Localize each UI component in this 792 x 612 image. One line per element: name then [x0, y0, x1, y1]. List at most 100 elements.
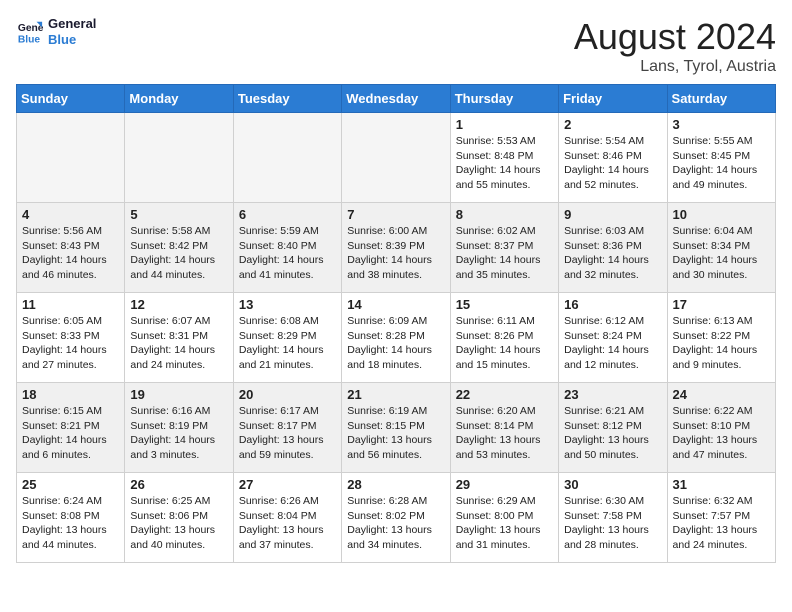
day-number: 17 [673, 297, 770, 312]
calendar-body: 1 Sunrise: 5:53 AM Sunset: 8:48 PM Daylig… [17, 113, 776, 563]
calendar-cell: 9 Sunrise: 6:03 AM Sunset: 8:36 PM Daylig… [559, 203, 667, 293]
calendar-cell: 29 Sunrise: 6:29 AM Sunset: 8:00 PM Dayli… [450, 473, 558, 563]
cell-info: Sunrise: 6:16 AM Sunset: 8:19 PM Dayligh… [130, 404, 227, 463]
cell-info: Sunrise: 6:19 AM Sunset: 8:15 PM Dayligh… [347, 404, 444, 463]
cell-info: Sunrise: 6:22 AM Sunset: 8:10 PM Dayligh… [673, 404, 770, 463]
cell-info: Sunrise: 6:29 AM Sunset: 8:00 PM Dayligh… [456, 494, 553, 553]
header-thursday: Thursday [450, 85, 558, 113]
day-number: 25 [22, 477, 119, 492]
cell-info: Sunrise: 6:11 AM Sunset: 8:26 PM Dayligh… [456, 314, 553, 373]
calendar-cell: 24 Sunrise: 6:22 AM Sunset: 8:10 PM Dayli… [667, 383, 775, 473]
day-number: 22 [456, 387, 553, 402]
day-number: 18 [22, 387, 119, 402]
day-number: 30 [564, 477, 661, 492]
cell-info: Sunrise: 5:56 AM Sunset: 8:43 PM Dayligh… [22, 224, 119, 283]
calendar-cell [233, 113, 341, 203]
calendar-cell: 10 Sunrise: 6:04 AM Sunset: 8:34 PM Dayli… [667, 203, 775, 293]
cell-info: Sunrise: 6:15 AM Sunset: 8:21 PM Dayligh… [22, 404, 119, 463]
day-number: 19 [130, 387, 227, 402]
header-tuesday: Tuesday [233, 85, 341, 113]
day-number: 1 [456, 117, 553, 132]
day-number: 7 [347, 207, 444, 222]
calendar-cell: 2 Sunrise: 5:54 AM Sunset: 8:46 PM Daylig… [559, 113, 667, 203]
day-number: 10 [673, 207, 770, 222]
day-number: 14 [347, 297, 444, 312]
cell-info: Sunrise: 5:53 AM Sunset: 8:48 PM Dayligh… [456, 134, 553, 193]
header-friday: Friday [559, 85, 667, 113]
svg-text:Blue: Blue [18, 34, 41, 45]
day-number: 12 [130, 297, 227, 312]
cell-info: Sunrise: 6:30 AM Sunset: 7:58 PM Dayligh… [564, 494, 661, 553]
cell-info: Sunrise: 6:04 AM Sunset: 8:34 PM Dayligh… [673, 224, 770, 283]
calendar-cell: 20Sunrise: 6:17 AM Sunset: 8:17 PM Dayli… [233, 383, 341, 473]
day-number: 4 [22, 207, 119, 222]
cell-info: Sunrise: 6:02 AM Sunset: 8:37 PM Dayligh… [456, 224, 553, 283]
calendar-cell: 22 Sunrise: 6:20 AM Sunset: 8:14 PM Dayli… [450, 383, 558, 473]
calendar-cell: 25 Sunrise: 6:24 AM Sunset: 8:08 PM Dayli… [17, 473, 125, 563]
calendar-table: SundayMondayTuesdayWednesdayThursdayFrid… [16, 84, 776, 563]
calendar-cell: 17 Sunrise: 6:13 AM Sunset: 8:22 PM Dayli… [667, 293, 775, 383]
day-number: 11 [22, 297, 119, 312]
logo-icon: General Blue [16, 18, 44, 46]
calendar-location: Lans, Tyrol, Austria [574, 58, 776, 76]
cell-info: Sunrise: 6:26 AM Sunset: 8:04 PM Dayligh… [239, 494, 336, 553]
calendar-row-3: 18 Sunrise: 6:15 AM Sunset: 8:21 PM Dayli… [17, 383, 776, 473]
cell-info: Sunrise: 6:28 AM Sunset: 8:02 PM Dayligh… [347, 494, 444, 553]
calendar-cell [342, 113, 450, 203]
day-number: 5 [130, 207, 227, 222]
day-number: 15 [456, 297, 553, 312]
calendar-cell: 31Sunrise: 6:32 AM Sunset: 7:57 PM Dayli… [667, 473, 775, 563]
cell-info: Sunrise: 6:05 AM Sunset: 8:33 PM Dayligh… [22, 314, 119, 373]
day-number: 3 [673, 117, 770, 132]
day-number: 16 [564, 297, 661, 312]
calendar-row-4: 25 Sunrise: 6:24 AM Sunset: 8:08 PM Dayli… [17, 473, 776, 563]
page-header: General Blue General Blue August 2024 La… [16, 16, 776, 76]
cell-info: Sunrise: 6:20 AM Sunset: 8:14 PM Dayligh… [456, 404, 553, 463]
cell-info: Sunrise: 6:00 AM Sunset: 8:39 PM Dayligh… [347, 224, 444, 283]
calendar-cell [125, 113, 233, 203]
day-number: 21 [347, 387, 444, 402]
cell-info: Sunrise: 6:12 AM Sunset: 8:24 PM Dayligh… [564, 314, 661, 373]
day-number: 6 [239, 207, 336, 222]
day-number: 2 [564, 117, 661, 132]
cell-info: Sunrise: 5:59 AM Sunset: 8:40 PM Dayligh… [239, 224, 336, 283]
calendar-cell: 21 Sunrise: 6:19 AM Sunset: 8:15 PM Dayli… [342, 383, 450, 473]
calendar-cell: 4 Sunrise: 5:56 AM Sunset: 8:43 PM Daylig… [17, 203, 125, 293]
header-saturday: Saturday [667, 85, 775, 113]
header-wednesday: Wednesday [342, 85, 450, 113]
calendar-cell [17, 113, 125, 203]
cell-info: Sunrise: 5:58 AM Sunset: 8:42 PM Dayligh… [130, 224, 227, 283]
calendar-row-2: 11 Sunrise: 6:05 AM Sunset: 8:33 PM Dayli… [17, 293, 776, 383]
calendar-cell: 26Sunrise: 6:25 AM Sunset: 8:06 PM Dayli… [125, 473, 233, 563]
day-number: 23 [564, 387, 661, 402]
cell-info: Sunrise: 6:08 AM Sunset: 8:29 PM Dayligh… [239, 314, 336, 373]
calendar-row-1: 4 Sunrise: 5:56 AM Sunset: 8:43 PM Daylig… [17, 203, 776, 293]
title-block: August 2024 Lans, Tyrol, Austria [574, 16, 776, 76]
day-number: 27 [239, 477, 336, 492]
day-number: 9 [564, 207, 661, 222]
calendar-cell: 18 Sunrise: 6:15 AM Sunset: 8:21 PM Dayli… [17, 383, 125, 473]
day-number: 28 [347, 477, 444, 492]
calendar-cell: 15 Sunrise: 6:11 AM Sunset: 8:26 PM Dayli… [450, 293, 558, 383]
day-number: 29 [456, 477, 553, 492]
logo: General Blue General Blue [16, 16, 96, 47]
cell-info: Sunrise: 6:07 AM Sunset: 8:31 PM Dayligh… [130, 314, 227, 373]
calendar-cell: 16 Sunrise: 6:12 AM Sunset: 8:24 PM Dayli… [559, 293, 667, 383]
day-number: 20 [239, 387, 336, 402]
cell-info: Sunrise: 6:03 AM Sunset: 8:36 PM Dayligh… [564, 224, 661, 283]
cell-info: Sunrise: 6:13 AM Sunset: 8:22 PM Dayligh… [673, 314, 770, 373]
cell-info: Sunrise: 6:32 AM Sunset: 7:57 PM Dayligh… [673, 494, 770, 553]
day-number: 24 [673, 387, 770, 402]
calendar-cell: 13Sunrise: 6:08 AM Sunset: 8:29 PM Dayli… [233, 293, 341, 383]
cell-info: Sunrise: 5:54 AM Sunset: 8:46 PM Dayligh… [564, 134, 661, 193]
cell-info: Sunrise: 6:21 AM Sunset: 8:12 PM Dayligh… [564, 404, 661, 463]
logo-text-general: General [48, 16, 96, 32]
calendar-cell: 5 Sunrise: 5:58 AM Sunset: 8:42 PM Daylig… [125, 203, 233, 293]
cell-info: Sunrise: 6:25 AM Sunset: 8:06 PM Dayligh… [130, 494, 227, 553]
cell-info: Sunrise: 6:24 AM Sunset: 8:08 PM Dayligh… [22, 494, 119, 553]
calendar-row-0: 1 Sunrise: 5:53 AM Sunset: 8:48 PM Daylig… [17, 113, 776, 203]
calendar-cell: 28 Sunrise: 6:28 AM Sunset: 8:02 PM Dayli… [342, 473, 450, 563]
cell-info: Sunrise: 5:55 AM Sunset: 8:45 PM Dayligh… [673, 134, 770, 193]
calendar-cell: 7 Sunrise: 6:00 AM Sunset: 8:39 PM Daylig… [342, 203, 450, 293]
cell-info: Sunrise: 6:09 AM Sunset: 8:28 PM Dayligh… [347, 314, 444, 373]
